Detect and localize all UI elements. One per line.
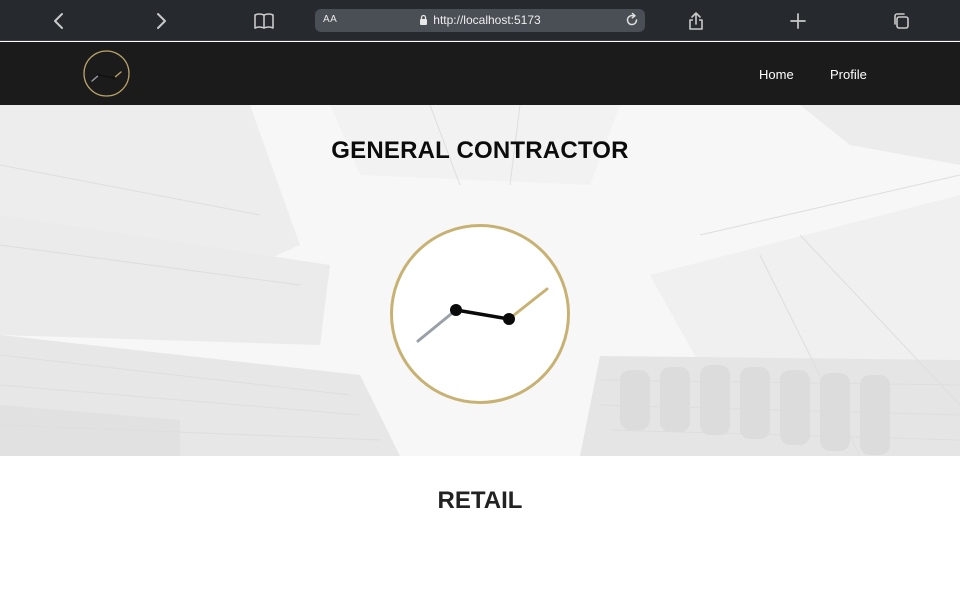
hero-section: GENERAL CONTRACTOR bbox=[0, 105, 960, 456]
retail-section-title: RETAIL bbox=[437, 487, 523, 514]
chevron-right-icon bbox=[157, 13, 166, 29]
company-emblem-icon bbox=[390, 224, 570, 404]
share-button[interactable] bbox=[683, 8, 709, 34]
new-tab-button[interactable] bbox=[785, 8, 811, 34]
plus-icon bbox=[790, 13, 806, 29]
nav-link-home[interactable]: Home bbox=[759, 67, 794, 82]
share-icon bbox=[689, 12, 703, 30]
logo-icon[interactable] bbox=[83, 50, 130, 97]
forward-button[interactable] bbox=[148, 8, 174, 34]
address-bar[interactable]: AA http://localhost:5173 bbox=[315, 9, 645, 32]
url-text: http://localhost:5173 bbox=[433, 13, 541, 27]
tabs-icon bbox=[894, 13, 909, 29]
chevron-left-icon bbox=[54, 13, 63, 29]
lock-icon bbox=[420, 14, 428, 25]
nav-link-profile[interactable]: Profile bbox=[830, 67, 867, 82]
hero-title: GENERAL CONTRACTOR bbox=[331, 137, 629, 164]
browser-toolbar: AA http://localhost:5173 bbox=[0, 0, 960, 41]
book-icon bbox=[254, 13, 274, 29]
reload-icon[interactable] bbox=[624, 12, 640, 28]
back-button[interactable] bbox=[46, 8, 72, 34]
site-navbar: Home Profile bbox=[0, 42, 960, 105]
tabs-overview-button[interactable] bbox=[888, 8, 914, 34]
bookmarks-button[interactable] bbox=[251, 8, 277, 34]
